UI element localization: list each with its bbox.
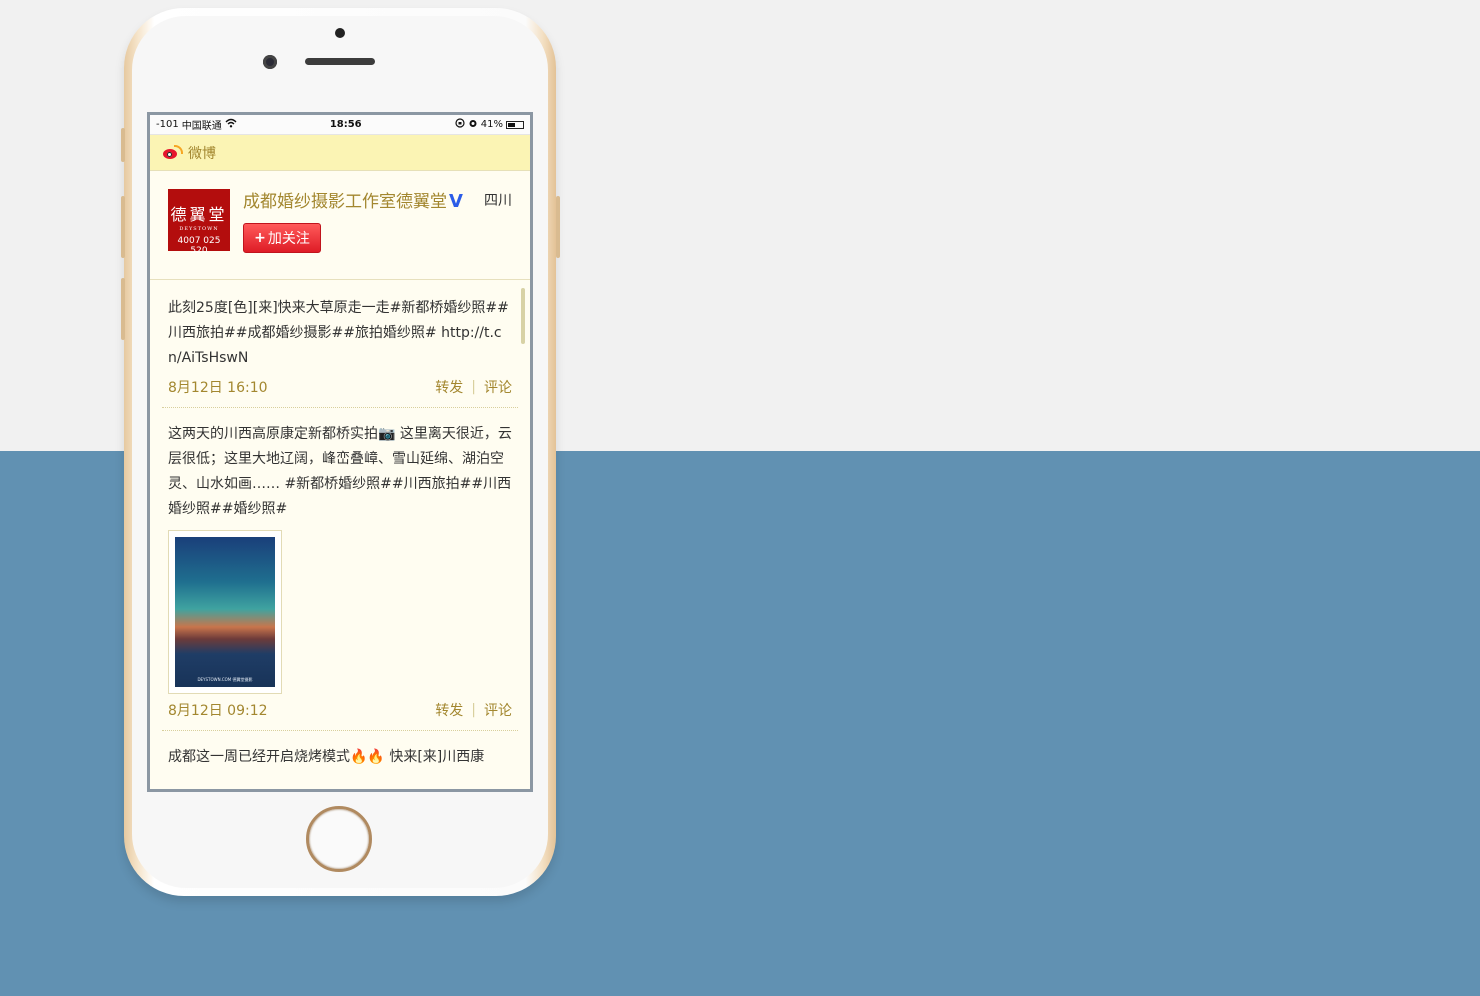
post-time[interactable]: 8月12日 16:10 [168,377,268,397]
status-right: 41% [455,118,524,131]
carrier-name: 中国联通 [181,121,222,132]
weibo-logo-icon [162,144,183,161]
volume-up-button [121,196,125,258]
post-meta: 8月12日 16:10 转发 | 评论 [168,377,512,397]
post-text: 此刻25度[色][来]快来大草原走一走#新都桥婚纱照##川西旅拍##成都婚纱摄影… [168,300,509,366]
mute-switch [121,128,125,162]
comment-link[interactable]: 评论 [484,377,512,397]
battery-percent: 41% [480,119,503,130]
avatar-phone-text: 4007 025 520 [177,236,221,256]
follow-label: 加关注 [267,231,310,247]
post-actions: 转发 | 评论 [435,700,512,720]
proximity-sensor [335,28,345,38]
profile-name-text[interactable]: 成都婚纱摄影工作室德翼堂 [243,192,447,212]
action-separator: | [471,379,476,395]
action-separator: | [471,702,476,718]
avatar[interactable]: 德翼堂 DEYSTOWN 4007 025 520 [168,189,230,256]
repost-link[interactable]: 转发 [435,700,463,720]
status-time: 18:56 [329,119,362,130]
status-left: -101 中国联通 [156,117,237,132]
verified-icon: V [449,191,463,212]
avatar-brand-text: 德翼堂 [170,205,228,224]
volume-down-button [121,278,125,340]
comment-link[interactable]: 评论 [484,700,512,720]
feed-scrollbar[interactable] [521,288,525,344]
feed-post: 这两天的川西高原康定新都桥实拍📷 这里离天很近，云层很低；这里大地辽阔，峰峦叠嶂… [162,408,518,731]
post-meta: 8月12日 09:12 转发 | 评论 [168,700,512,720]
battery-icon [506,120,524,129]
wifi-icon [225,118,237,131]
post-actions: 转发 | 评论 [435,377,512,397]
front-camera-icon [263,55,277,69]
rotation-lock-icon [455,118,465,131]
home-button[interactable] [306,806,372,872]
app-header: 微博 [150,135,530,171]
app-title: 微博 [188,145,216,162]
profile-header: 德翼堂 DEYSTOWN 4007 025 520 成都婚纱摄影工作室德翼堂 V … [150,171,530,280]
post-time[interactable]: 8月12日 09:12 [168,700,268,720]
earpiece-speaker [305,58,375,65]
feed-list[interactable]: 此刻25度[色][来]快来大草原走一走#新都桥婚纱照##川西旅拍##成都婚纱摄影… [150,282,530,787]
profile-location: 四川 [484,193,512,209]
avatar-sub-text: DEYSTOWN [179,226,219,232]
power-button [556,196,560,258]
plus-icon: + [254,230,266,246]
status-bar: -101 中国联通 18:56 41% [150,115,530,135]
feed-post: 成都这一周已经开启烧烤模式🔥🔥 快来[来]川西康 [162,731,518,780]
follow-button[interactable]: + 加关注 [243,223,321,253]
photo-caption: DEYSTOWN.COM 德翼堂摄影 [197,677,253,682]
alarm-icon [468,118,478,131]
signal-strength: -101 [156,119,179,130]
profile-name[interactable]: 成都婚纱摄影工作室德翼堂 V [243,187,463,212]
feed-post: 此刻25度[色][来]快来大草原走一走#新都桥婚纱照##川西旅拍##成都婚纱摄影… [162,282,518,408]
post-image-thumbnail[interactable]: DEYSTOWN.COM 德翼堂摄影 [168,530,282,694]
post-text: 成都这一周已经开启烧烤模式🔥🔥 快来[来]川西康 [168,749,485,765]
repost-link[interactable]: 转发 [435,377,463,397]
mountain-photo: DEYSTOWN.COM 德翼堂摄影 [175,537,275,687]
phone-screen: -101 中国联通 18:56 41% 微博 德翼堂 DEYSTOWN 4007… [147,112,533,792]
post-text: 这两天的川西高原康定新都桥实拍📷 这里离天很近，云层很低；这里大地辽阔，峰峦叠嶂… [168,426,512,517]
